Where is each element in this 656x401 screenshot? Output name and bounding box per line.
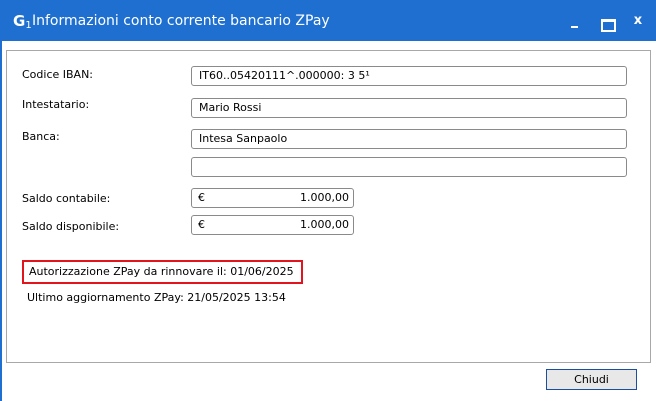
close-window-button[interactable]: x	[624, 9, 652, 33]
window-left-border	[0, 41, 2, 401]
currency-symbol: €	[198, 218, 205, 231]
window-title: Informazioni conto corrente bancario ZPa…	[32, 13, 330, 29]
app-logo-letter: G	[13, 12, 26, 30]
iban-field[interactable]: IT60..05420111^.000000: 3 5¹	[191, 66, 627, 86]
saldo-disponibile-label: Saldo disponibile:	[22, 220, 120, 233]
minimize-button[interactable]	[560, 9, 588, 33]
account-info-panel: Codice IBAN: IT60..05420111^.000000: 3 5…	[6, 50, 651, 363]
iban-label: Codice IBAN:	[22, 68, 94, 81]
holder-field[interactable]: Mario Rossi	[191, 98, 627, 118]
authorization-highlight-box: Autorizzazione ZPay da rinnovare il: 01/…	[22, 260, 303, 284]
bank-field[interactable]: Intesa Sanpaolo	[191, 129, 627, 149]
holder-label: Intestatario:	[22, 98, 90, 111]
bank-extra-field[interactable]	[191, 157, 627, 177]
saldo-disponibile-amount: 1.000,00	[300, 218, 349, 231]
app-logo-sub: 1	[25, 20, 32, 31]
close-icon: x	[633, 13, 643, 28]
title-bar[interactable]: G1 Informazioni conto corrente bancario …	[0, 0, 656, 41]
maximize-button[interactable]	[592, 9, 620, 33]
saldo-contabile-field[interactable]: € 1.000,00	[191, 188, 354, 208]
saldo-contabile-label: Saldo contabile:	[22, 192, 111, 205]
currency-symbol: €	[198, 191, 205, 204]
bank-label: Banca:	[22, 130, 60, 143]
last-update-text: Ultimo aggiornamento ZPay: 21/05/2025 13…	[27, 291, 286, 304]
dialog-window: G1 Informazioni conto corrente bancario …	[0, 0, 656, 401]
close-button[interactable]: Chiudi	[546, 369, 637, 390]
saldo-disponibile-field[interactable]: € 1.000,00	[191, 215, 354, 235]
authorization-renewal-text: Autorizzazione ZPay da rinnovare il: 01/…	[29, 265, 294, 278]
saldo-contabile-amount: 1.000,00	[300, 191, 349, 204]
